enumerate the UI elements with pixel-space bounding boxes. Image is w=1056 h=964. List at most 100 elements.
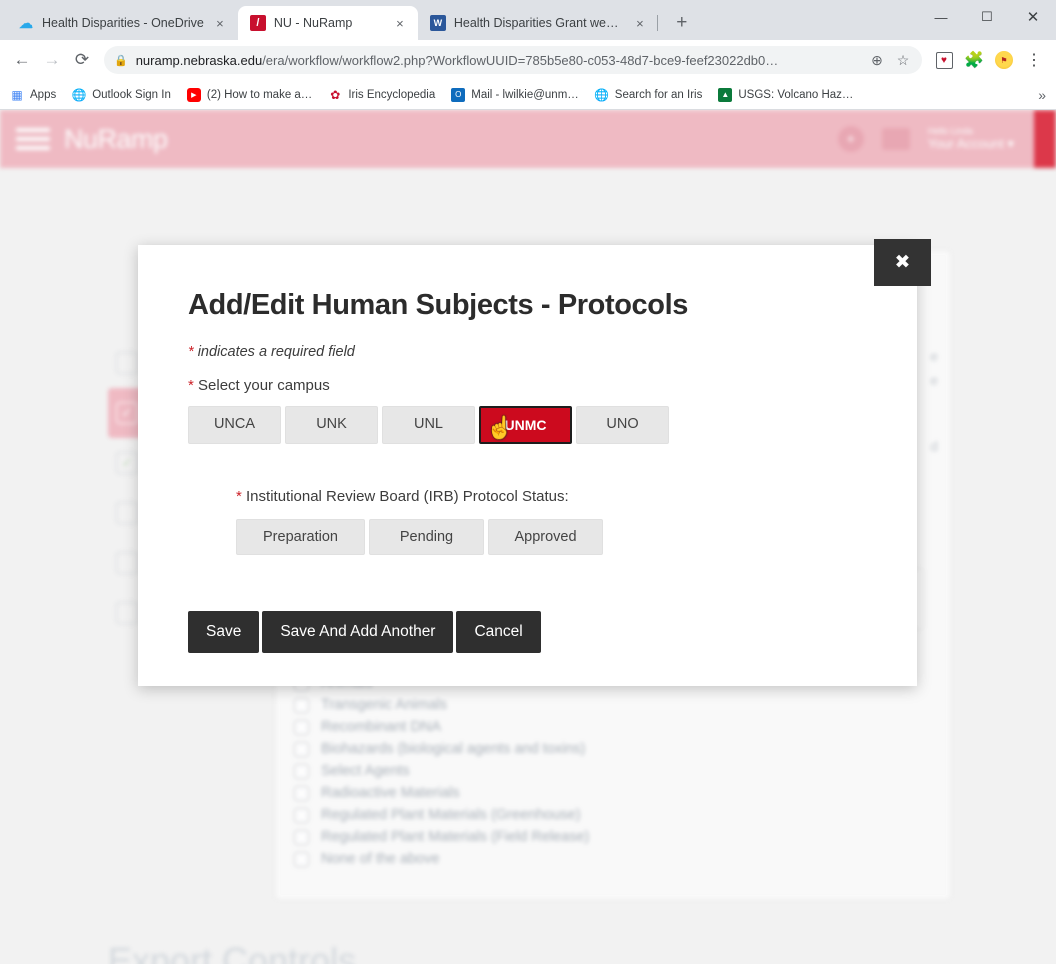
bookmark-iris-encyclopedia[interactable]: ✿ Iris Encyclopedia: [328, 88, 435, 102]
modal-action-row: Save Save And Add Another Cancel: [188, 611, 867, 663]
tab-title: Health Disparities - OneDrive: [42, 16, 204, 30]
kebab-menu-icon[interactable]: ⋮: [1020, 46, 1048, 74]
hamburger-menu-icon[interactable]: [16, 128, 50, 150]
reload-icon[interactable]: ⟳: [68, 46, 96, 74]
nuramp-icon: /: [249, 15, 266, 31]
window-maximize-button[interactable]: ☐: [964, 0, 1010, 34]
bookmark-star-icon[interactable]: ☆: [894, 52, 912, 69]
bookmark-label: Search for an Iris: [614, 88, 703, 101]
list-item-label: Select Agents: [321, 763, 410, 779]
brand-logo[interactable]: NuRamp: [64, 124, 168, 155]
checkbox-icon[interactable]: [294, 829, 309, 845]
bookmark-usgs-volcano[interactable]: ▲ USGS: Volcano Haz…: [718, 87, 854, 102]
browser-tab-3[interactable]: W Health Disparities Grant web ann ×: [418, 6, 658, 40]
modal-body: Add/Edit Human Subjects - Protocols * in…: [138, 245, 917, 663]
globe-icon: 🌐: [71, 87, 87, 102]
campus-option-unmc[interactable]: UNMC: [479, 406, 572, 444]
bookmark-apps[interactable]: ▦ Apps: [10, 88, 56, 102]
account-menu[interactable]: Hello Linda Your Account ▾: [928, 126, 1014, 151]
campus-option-unk[interactable]: UNK: [285, 406, 378, 444]
mail-icon[interactable]: [881, 128, 910, 150]
bookmarks-overflow-icon[interactable]: »: [1038, 87, 1046, 103]
export-controls-section: Export Controls Does the proposal or wor…: [0, 918, 1056, 964]
checkbox-checked-icon: ✓: [116, 452, 138, 474]
profile-avatar-icon[interactable]: ⚑: [990, 46, 1018, 74]
list-item[interactable]: Regulated Plant Materials (Field Release…: [294, 826, 854, 848]
list-item[interactable]: Biohazards (biological agents and toxins…: [294, 738, 854, 760]
bookmark-mail[interactable]: O Mail - lwilkie@unm…: [451, 87, 579, 102]
forward-icon[interactable]: →: [38, 46, 66, 74]
bookmark-label: USGS: Volcano Haz…: [738, 88, 854, 101]
tab-close-icon[interactable]: ×: [392, 15, 408, 31]
url-host: nuramp.nebraska.edu: [135, 52, 263, 68]
checkbox-icon[interactable]: [294, 807, 309, 823]
url-text: nuramp.nebraska.edu/era/workflow/workflo…: [136, 53, 860, 68]
list-item[interactable]: Transgenic Animals: [294, 694, 854, 716]
checkbox-icon[interactable]: [294, 851, 309, 867]
irb-option-pending[interactable]: Pending: [369, 519, 484, 555]
campus-option-uno[interactable]: UNO: [576, 406, 669, 444]
globe-icon: 🌐: [594, 87, 610, 102]
list-item-label: Radioactive Materials: [321, 785, 460, 801]
list-item[interactable]: Select Agents: [294, 760, 854, 782]
background-side-word: e: [930, 348, 938, 364]
iris-icon: ✿: [330, 87, 341, 102]
browser-chrome: ☁ Health Disparities - OneDrive × / NU -…: [0, 0, 1056, 110]
usgs-icon: ▲: [718, 87, 733, 102]
irb-status-label: * Institutional Review Board (IRB) Proto…: [236, 488, 867, 505]
help-circle-icon[interactable]: +: [837, 126, 864, 152]
campus-option-unca[interactable]: UNCA: [188, 406, 281, 444]
list-item-label: None of the above: [321, 851, 440, 867]
modal-title: Add/Edit Human Subjects - Protocols: [188, 289, 688, 321]
header-accent-edge: [1034, 110, 1056, 168]
checkbox-icon[interactable]: [294, 719, 309, 735]
checkbox-icon[interactable]: [294, 741, 309, 757]
shield-extension-icon[interactable]: ♥: [930, 46, 958, 74]
bookmark-label: (2) How to make a…: [206, 88, 313, 101]
checkbox-icon[interactable]: [294, 785, 309, 801]
campus-button-group: UNCA UNK UNL UNMC UNO: [188, 406, 867, 444]
puzzle-extension-icon[interactable]: 🧩: [960, 46, 988, 74]
list-item[interactable]: Recombinant DNA: [294, 716, 854, 738]
bookmark-search-for-an-iris[interactable]: 🌐 Search for an Iris: [594, 87, 703, 102]
campus-option-unl[interactable]: UNL: [382, 406, 475, 444]
irb-option-approved[interactable]: Approved: [488, 519, 603, 555]
window-close-button[interactable]: ✕: [1010, 0, 1056, 34]
share-icon[interactable]: ⊕: [868, 52, 886, 69]
checkbox-icon[interactable]: [294, 697, 309, 713]
checkbox-icon[interactable]: [294, 763, 309, 779]
section-heading: Export Controls: [108, 940, 357, 964]
list-item[interactable]: Radioactive Materials: [294, 782, 854, 804]
list-item[interactable]: None of the above: [294, 848, 854, 870]
cancel-button[interactable]: Cancel: [456, 611, 541, 653]
modal-close-button[interactable]: ✖: [874, 239, 931, 286]
bookmark-label: Apps: [30, 88, 57, 101]
save-and-add-another-button[interactable]: Save And Add Another: [262, 611, 454, 653]
bookmark-outlook-sign-in[interactable]: 🌐 Outlook Sign In: [72, 88, 171, 102]
required-note-text: indicates a required field: [197, 344, 355, 360]
campus-label-text: Select your campus: [198, 377, 330, 394]
browser-tab-1[interactable]: ☁ Health Disparities - OneDrive ×: [6, 6, 238, 40]
tab-close-icon[interactable]: ×: [632, 15, 648, 31]
irb-option-preparation[interactable]: Preparation: [236, 519, 365, 555]
campus-field-label: * Select your campus: [188, 377, 867, 394]
back-icon[interactable]: ←: [8, 46, 36, 74]
checkbox-icon: [116, 502, 138, 524]
tab-strip: ☁ Health Disparities - OneDrive × / NU -…: [0, 0, 1056, 40]
bookmark-youtube-video[interactable]: ▶ (2) How to make a…: [186, 87, 313, 102]
blurred-page-content: NuRamp + Hello Linda Your Account ▾ ✓ ✓ …: [0, 110, 1056, 964]
required-star-icon: *: [188, 344, 194, 360]
background-checkbox-list: Animals Transgenic Animals Recombinant D…: [294, 672, 854, 870]
lock-icon: 🔒: [114, 54, 128, 67]
window-minimize-button[interactable]: —: [918, 0, 964, 34]
list-item[interactable]: Regulated Plant Materials (Greenhouse): [294, 804, 854, 826]
bookmark-label: Iris Encyclopedia: [348, 88, 436, 101]
new-tab-button[interactable]: +: [668, 9, 696, 37]
tab-close-icon[interactable]: ×: [212, 15, 228, 31]
bookmark-label: Outlook Sign In: [92, 88, 171, 101]
browser-tab-2[interactable]: / NU - NuRamp ×: [237, 6, 418, 40]
list-item-label: Biohazards (biological agents and toxins…: [321, 741, 586, 757]
tab-title: NU - NuRamp: [273, 16, 353, 30]
save-button[interactable]: Save: [188, 611, 260, 653]
address-bar[interactable]: 🔒 nuramp.nebraska.edu/era/workflow/workf…: [104, 46, 922, 74]
